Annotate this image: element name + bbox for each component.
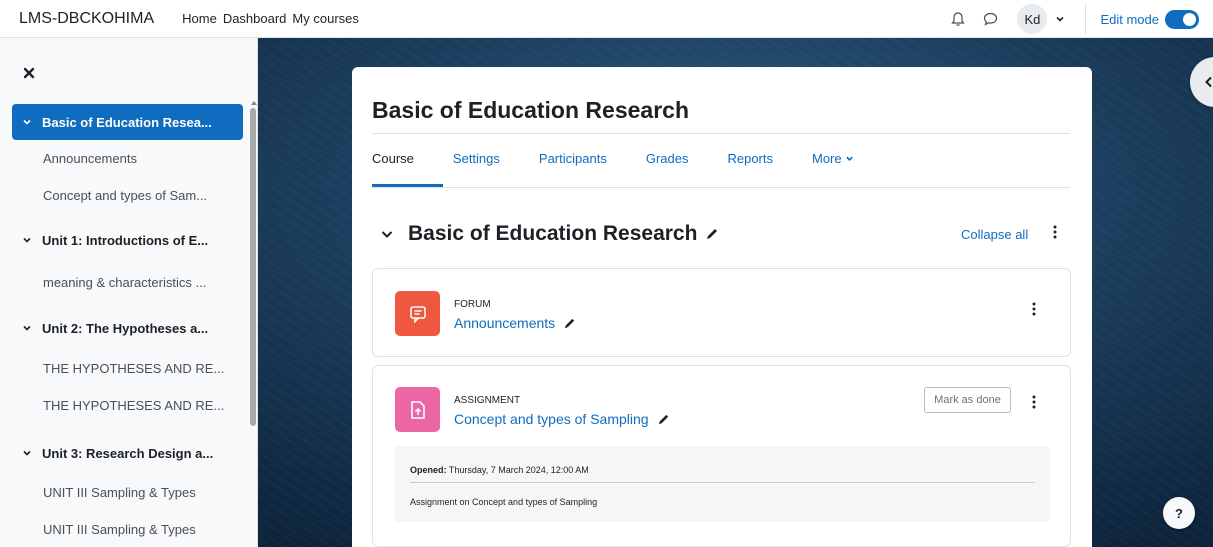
- course-index-item-hypotheses-1[interactable]: THE HYPOTHESES AND RE...: [12, 350, 243, 386]
- edit-mode-switch[interactable]: Edit mode: [1100, 9, 1199, 29]
- activity-item-forum: FORUM Announcements: [372, 268, 1071, 357]
- primary-navigation: Home Dashboard My courses: [182, 11, 365, 26]
- course-index-item-label: meaning & characteristics ...: [43, 274, 207, 290]
- details-divider: [410, 482, 1035, 483]
- drawer-scrollbar[interactable]: [250, 108, 256, 426]
- user-menu[interactable]: Kd: [1017, 4, 1077, 34]
- tab-participants[interactable]: Participants: [539, 151, 620, 166]
- course-section-header: Basic of Education Research: [380, 222, 719, 246]
- course-index-section-label: Unit 3: Research Design a...: [42, 445, 214, 461]
- kebab-menu-icon[interactable]: [1052, 225, 1058, 239]
- course-index-section-label: Unit 1: Introductions of E...: [42, 232, 209, 248]
- avatar[interactable]: Kd: [1017, 4, 1048, 34]
- course-index-drawer: Basic of Education Resea... Announcement…: [0, 38, 258, 547]
- tab-settings[interactable]: Settings: [453, 151, 513, 166]
- forum-icon[interactable]: [395, 291, 440, 336]
- tabs-divider: [372, 187, 1070, 188]
- kebab-menu-icon[interactable]: [1031, 302, 1037, 316]
- messages-chat-icon[interactable]: [979, 8, 1001, 30]
- course-index-item-concept[interactable]: Concept and types of Sam...: [12, 177, 243, 213]
- course-index-item-label: UNIT III Sampling & Types: [43, 521, 196, 537]
- nav-link-home[interactable]: Home: [182, 11, 217, 26]
- chevron-down-icon[interactable]: [380, 227, 394, 241]
- edit-pencil-icon[interactable]: [657, 413, 670, 426]
- activity-item-assignment: ASSIGNMENT Concept and types of Sampling…: [372, 365, 1071, 547]
- activity-name-link[interactable]: Announcements: [454, 315, 576, 331]
- nav-link-my-courses[interactable]: My courses: [292, 11, 358, 26]
- course-index-item-sampling-2[interactable]: UNIT III Sampling & Types: [12, 511, 243, 547]
- collapse-all-link[interactable]: Collapse all: [961, 227, 1028, 242]
- chevron-down-icon[interactable]: [22, 447, 34, 459]
- course-index-item-label: Concept and types of Sam...: [43, 187, 208, 203]
- activity-dates-panel: Opened: Thursday, 7 March 2024, 12:00 AM…: [394, 446, 1050, 522]
- course-index-item-announcements[interactable]: Announcements: [12, 140, 243, 176]
- chevron-down-icon: [1056, 16, 1065, 22]
- help-button[interactable]: ?: [1163, 497, 1195, 529]
- assignment-icon[interactable]: [395, 387, 440, 432]
- edit-pencil-icon[interactable]: [705, 227, 719, 241]
- tab-grades[interactable]: Grades: [646, 151, 702, 166]
- course-index-item-hypotheses-2[interactable]: THE HYPOTHESES AND RE...: [12, 387, 243, 423]
- activity-name-link[interactable]: Concept and types of Sampling: [454, 411, 670, 427]
- opened-date-label: Opened:: [410, 465, 447, 475]
- tab-course[interactable]: Course: [359, 151, 427, 166]
- opened-date: Opened: Thursday, 7 March 2024, 12:00 AM: [410, 465, 589, 475]
- opened-date-value: Thursday, 7 March 2024, 12:00 AM: [448, 465, 589, 475]
- activity-name[interactable]: Announcements: [454, 315, 555, 331]
- course-index-section-label: Basic of Education Resea...: [42, 114, 212, 130]
- nav-link-dashboard[interactable]: Dashboard: [223, 11, 287, 26]
- chevron-down-icon: [845, 156, 853, 161]
- edit-pencil-icon[interactable]: [563, 317, 576, 330]
- course-index-section-unit2[interactable]: Unit 2: The Hypotheses a...: [12, 310, 243, 346]
- chevron-down-icon[interactable]: [22, 234, 34, 246]
- tab-more[interactable]: More: [812, 151, 867, 166]
- chevron-down-icon[interactable]: [22, 322, 34, 334]
- scrollbar-up-arrow-icon[interactable]: [251, 101, 257, 105]
- navbar-divider: [1085, 4, 1087, 34]
- course-index-item-label: THE HYPOTHESES AND RE...: [43, 397, 225, 413]
- course-index-section-general[interactable]: Basic of Education Resea...: [12, 104, 243, 140]
- section-title: Basic of Education Research: [408, 222, 698, 245]
- course-index-section-label: Unit 2: The Hypotheses a...: [42, 320, 209, 336]
- edit-mode-toggle[interactable]: [1165, 9, 1199, 29]
- activity-description: Assignment on Concept and types of Sampl…: [410, 497, 598, 507]
- course-index-item-meaning[interactable]: meaning & characteristics ...: [12, 264, 243, 300]
- close-drawer-icon[interactable]: [22, 66, 36, 80]
- activity-type-label: ASSIGNMENT: [454, 395, 521, 406]
- tab-more-label: More: [812, 151, 842, 166]
- activity-name[interactable]: Concept and types of Sampling: [454, 411, 649, 427]
- notifications-bell-icon[interactable]: [947, 8, 969, 30]
- course-index-section-unit3[interactable]: Unit 3: Research Design a...: [12, 435, 243, 471]
- course-index-section-unit1[interactable]: Unit 1: Introductions of E...: [12, 222, 243, 258]
- chevron-left-icon: [1205, 76, 1212, 88]
- top-navbar: LMS-DBCKOHIMA Home Dashboard My courses …: [0, 0, 1213, 38]
- activity-type-label: FORUM: [454, 299, 491, 310]
- tab-reports[interactable]: Reports: [727, 151, 786, 166]
- kebab-menu-icon[interactable]: [1031, 395, 1037, 409]
- navbar-user-area: Kd Edit mode: [947, 0, 1213, 38]
- title-divider: [372, 133, 1070, 134]
- edit-mode-label: Edit mode: [1100, 11, 1159, 27]
- mark-as-done-button[interactable]: Mark as done: [924, 387, 1011, 413]
- course-content-card: Basic of Education Research Course Setti…: [352, 67, 1092, 547]
- course-index-item-label: Announcements: [43, 150, 137, 166]
- course-index-item-sampling-1[interactable]: UNIT III Sampling & Types: [12, 474, 243, 510]
- site-brand[interactable]: LMS-DBCKOHIMA: [19, 10, 154, 28]
- course-index-item-label: UNIT III Sampling & Types: [43, 484, 196, 500]
- chevron-down-icon[interactable]: [22, 116, 34, 128]
- page-title: Basic of Education Research: [372, 97, 689, 123]
- toggle-knob: [1183, 12, 1196, 26]
- course-secondary-navigation: Course Settings Participants Grades Repo…: [372, 151, 893, 166]
- course-index-item-label: THE HYPOTHESES AND RE...: [43, 360, 225, 376]
